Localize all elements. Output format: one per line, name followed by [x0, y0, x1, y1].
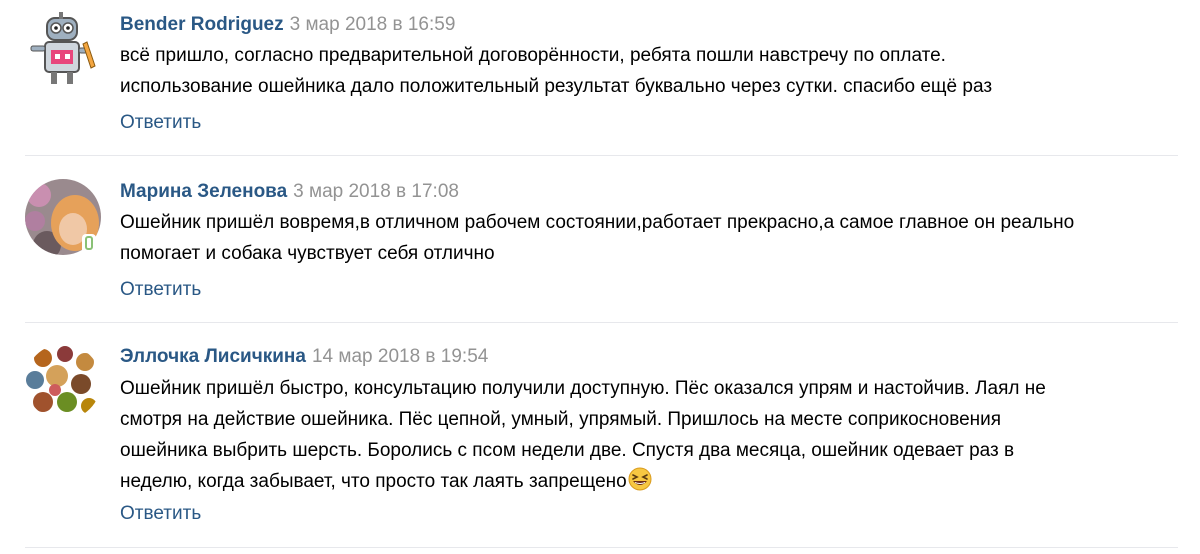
comment-item: Эллочка Лисичкина 14 мар 2018 в 19:54 Оше…	[0, 0, 1200, 548]
comment-text-line: неделю, когда забывает, что просто так л…	[120, 471, 627, 492]
comment-text: Ошейник пришёл быстро, консультацию полу…	[120, 373, 1180, 497]
divider	[25, 547, 1178, 548]
collage-avatar	[25, 344, 101, 420]
comment-text-line: смотря на действие ошейника. Пёс цепной,…	[120, 409, 1002, 430]
author-name[interactable]: Эллочка Лисичкина	[120, 346, 306, 367]
comment-text-line: ошейника выбрить шерсть. Боролись с псом…	[120, 440, 1015, 461]
comment-date[interactable]: 14 мар 2018 в 19:54	[312, 346, 488, 367]
author-avatar[interactable]	[25, 344, 101, 420]
comment-text-line: Ошейник пришёл быстро, консультацию полу…	[120, 378, 1046, 399]
laughing-emoji-icon	[628, 467, 652, 491]
comment-text-line-with-emoji: неделю, когда забывает, что просто так л…	[120, 466, 1180, 497]
comment-header: Эллочка Лисичкина 14 мар 2018 в 19:54	[120, 345, 488, 369]
reply-button[interactable]: Ответить	[120, 502, 201, 526]
